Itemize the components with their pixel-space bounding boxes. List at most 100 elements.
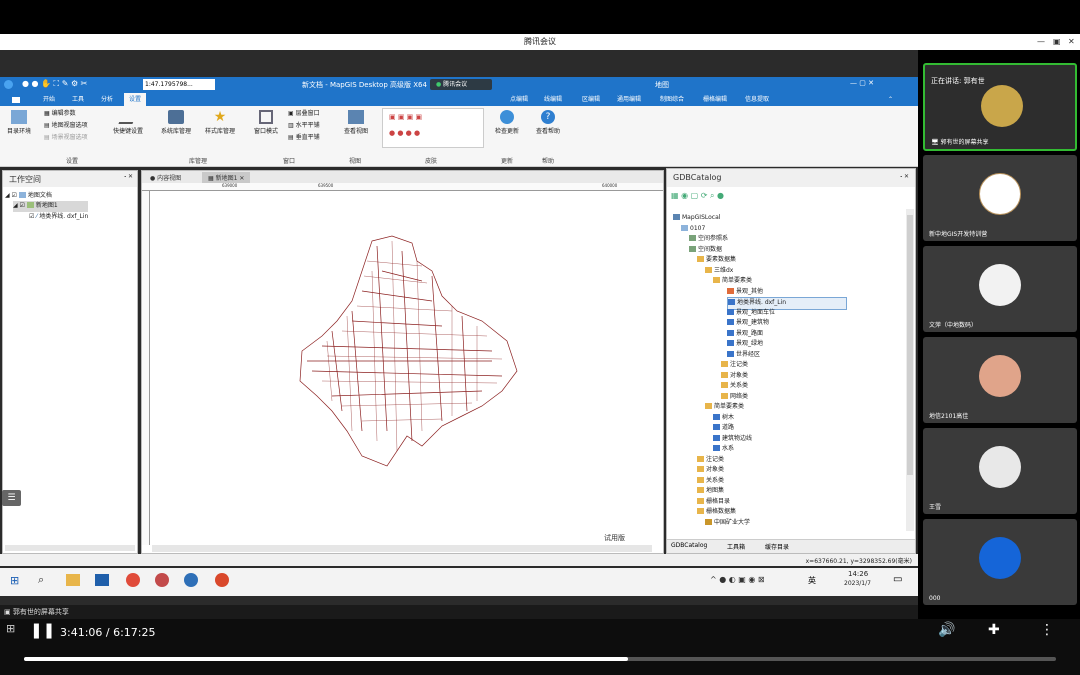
app-icon[interactable] bbox=[95, 574, 109, 586]
ime-indicator[interactable]: 英 bbox=[808, 575, 816, 586]
view-button[interactable]: 查看视图 bbox=[341, 110, 371, 135]
menu-point-edit[interactable]: 点编辑 bbox=[510, 93, 528, 106]
system-lib-button[interactable]: 系统库管理 bbox=[158, 110, 194, 135]
catalog-item[interactable]: MapGISLocal bbox=[673, 213, 720, 224]
more-icon[interactable]: ⋮ bbox=[1040, 622, 1054, 638]
skin-gallery[interactable]: ▣ ▣ ▣ ▣ ● ● ● ● bbox=[382, 108, 484, 148]
participant-4[interactable]: 地信2101高佳 bbox=[923, 337, 1077, 423]
participant-2[interactable]: 新中地GIS开发特训营 bbox=[923, 155, 1077, 241]
catalog-item[interactable]: 空间数据 bbox=[689, 245, 722, 256]
menu-tools[interactable]: 工具 bbox=[72, 93, 84, 106]
window-mode-button[interactable]: 窗口模式 bbox=[252, 110, 280, 135]
catalog-item[interactable]: 注记类 bbox=[721, 360, 748, 371]
catalog-item[interactable]: 树木 bbox=[713, 413, 734, 424]
catalog-item[interactable]: 网络类 bbox=[721, 392, 748, 403]
cascade-button[interactable]: ▣ 层叠窗口 bbox=[288, 108, 320, 117]
search-icon[interactable]: ⌕ bbox=[38, 573, 44, 587]
map-canvas[interactable] bbox=[292, 231, 532, 471]
map-scrollbar[interactable] bbox=[152, 545, 652, 552]
catalog-item[interactable]: 世界经区 bbox=[727, 350, 760, 361]
style-lib-button[interactable]: ★ 样式库管理 bbox=[202, 110, 238, 135]
shortcut-settings-button[interactable]: 快捷键设置 bbox=[109, 110, 147, 135]
catalog-scrollbar[interactable] bbox=[906, 209, 914, 531]
catalog-item[interactable]: 景观_地面车位 bbox=[727, 308, 775, 319]
catalog-item[interactable]: 道路 bbox=[713, 423, 734, 434]
workspace-scrollbar[interactable] bbox=[5, 545, 135, 551]
menu-general-edit[interactable]: 通用编辑 bbox=[617, 93, 641, 106]
catalog-env-button[interactable]: 目录环境 bbox=[4, 110, 34, 135]
catalog-item[interactable]: 关系类 bbox=[721, 381, 748, 392]
tile-vertical-button[interactable]: ▤ 垂直平铺 bbox=[288, 132, 320, 141]
menu-settings[interactable]: 设置 bbox=[124, 93, 147, 106]
menu-generalize[interactable]: 制图综合 bbox=[660, 93, 684, 106]
menu-raster-edit[interactable]: 栅格编辑 bbox=[703, 93, 727, 106]
catalog-item[interactable]: 关系类 bbox=[697, 476, 724, 487]
catalog-item[interactable]: 景观_路面 bbox=[727, 329, 763, 340]
tab-content-view[interactable]: ● 内容视图 bbox=[146, 172, 185, 183]
app2-icon[interactable] bbox=[155, 573, 169, 587]
catalog-item[interactable]: 景观_其他 bbox=[727, 287, 763, 298]
tab-gdbcatalog[interactable]: GDBCatalog bbox=[671, 542, 707, 549]
skin-items[interactable]: ▣ ▣ ▣ ▣ bbox=[389, 113, 422, 121]
catalog-item[interactable]: 简单要素类 bbox=[705, 402, 744, 413]
maximize-icon[interactable]: ▣ bbox=[1053, 34, 1061, 50]
start-icon[interactable]: ⊞ bbox=[10, 574, 19, 587]
explorer-icon[interactable] bbox=[66, 574, 80, 586]
catalog-item[interactable]: 对象类 bbox=[697, 465, 724, 476]
check-update-button[interactable]: 检查更新 bbox=[492, 110, 522, 135]
tray-icons[interactable]: ^ ● ◐ ▣ ◉ ⊠ bbox=[710, 575, 765, 584]
catalog-item[interactable]: 水系 bbox=[713, 444, 734, 455]
file-menu-icon[interactable] bbox=[12, 97, 20, 103]
catalog-item[interactable]: 三维dx bbox=[705, 266, 733, 277]
workspace-item-layer[interactable]: ☑ ⁄ 地类界线. dxf_Lin bbox=[29, 212, 88, 223]
participant-6[interactable]: 000 bbox=[923, 519, 1077, 605]
mapgis-task-icon[interactable] bbox=[184, 573, 198, 587]
pause-icon[interactable]: ❚❚ bbox=[30, 621, 55, 639]
tab-cache[interactable]: 缓存目录 bbox=[765, 542, 789, 551]
catalog-item[interactable]: 空间参照系 bbox=[689, 234, 728, 245]
notification-icon[interactable]: ▭ bbox=[893, 574, 902, 585]
catalog-item[interactable]: 栅格数据集 bbox=[697, 507, 736, 518]
catalog-item[interactable]: 建筑物边线 bbox=[713, 434, 752, 445]
minimize-icon[interactable]: — bbox=[1037, 34, 1045, 50]
catalog-item[interactable]: 地图集 bbox=[697, 486, 724, 497]
catalog-item[interactable]: 栅格目录 bbox=[697, 497, 730, 508]
toolbar-icons[interactable]: ● ● ✋ ⛶ ✎ ⚙ ✂ bbox=[22, 79, 87, 89]
menu-line-edit[interactable]: 线编辑 bbox=[544, 93, 562, 106]
grid-icon[interactable]: ⊞ bbox=[6, 622, 15, 635]
map-view-options-button[interactable]: ▤ 地图视窗选项 bbox=[44, 120, 88, 129]
workspace-item-map[interactable]: ◢ ☑ 新地图1 bbox=[13, 201, 88, 212]
participant-5[interactable]: 王雪 bbox=[923, 428, 1077, 514]
app3-icon[interactable] bbox=[215, 573, 229, 587]
chrome-icon[interactable] bbox=[126, 573, 140, 587]
scene-view-options-button[interactable]: ▤ 场景视窗选项 bbox=[44, 132, 88, 141]
close-icon[interactable]: ✕ bbox=[1068, 34, 1075, 50]
catalog-item[interactable]: 0107 bbox=[681, 224, 705, 235]
participant-speaker[interactable]: 正在讲话: 郭有世 🖥 郭有世的屏幕共享 bbox=[923, 63, 1077, 151]
edit-params-button[interactable]: ▦ 编辑参数 bbox=[44, 108, 76, 117]
pin-close-icon[interactable]: ⬝ ✕ bbox=[124, 173, 133, 181]
tab-new-map[interactable]: ▦ 新地图1 ✕ bbox=[202, 172, 251, 183]
skin-items-row2[interactable]: ● ● ● ● bbox=[389, 129, 420, 137]
tab-toolbox[interactable]: 工具箱 bbox=[727, 542, 745, 551]
menu-area-edit[interactable]: 区编辑 bbox=[582, 93, 600, 106]
workspace-item-doc[interactable]: ◢ ☑ 地图文档 bbox=[5, 191, 52, 202]
menu-analysis[interactable]: 分析 bbox=[101, 93, 113, 106]
collapse-ribbon-icon[interactable]: ⌃ bbox=[888, 93, 893, 106]
catalog-toolbar[interactable]: ▦ ◉ ▢ ⟳ ⌕ ● bbox=[671, 191, 724, 201]
catalog-item[interactable]: 景观_绿地 bbox=[727, 339, 763, 350]
help-button[interactable]: ? 查看帮助 bbox=[533, 110, 563, 135]
menu-info-extract[interactable]: 信息提取 bbox=[745, 93, 769, 106]
catalog-pin-close-icon[interactable]: ⬝ ✕ bbox=[900, 173, 909, 181]
window-buttons[interactable]: — ▢ ✕ bbox=[850, 79, 874, 87]
catalog-item[interactable]: 简单要素类 bbox=[713, 276, 752, 287]
scale-combo[interactable]: 1:47.1795798... bbox=[143, 79, 215, 90]
volume-icon[interactable]: 🔊 bbox=[938, 622, 955, 638]
tile-horizontal-button[interactable]: ▥ 水平平铺 bbox=[288, 120, 320, 129]
catalog-item[interactable]: 景观_建筑物 bbox=[727, 318, 769, 329]
menu-start[interactable]: 开始 bbox=[43, 93, 55, 106]
progress-track[interactable] bbox=[24, 657, 1056, 661]
catalog-item[interactable]: 注记类 bbox=[697, 455, 724, 466]
fullscreen-icon[interactable]: ✚ bbox=[988, 622, 1000, 638]
catalog-item[interactable]: 中国矿业大学 bbox=[705, 518, 750, 529]
